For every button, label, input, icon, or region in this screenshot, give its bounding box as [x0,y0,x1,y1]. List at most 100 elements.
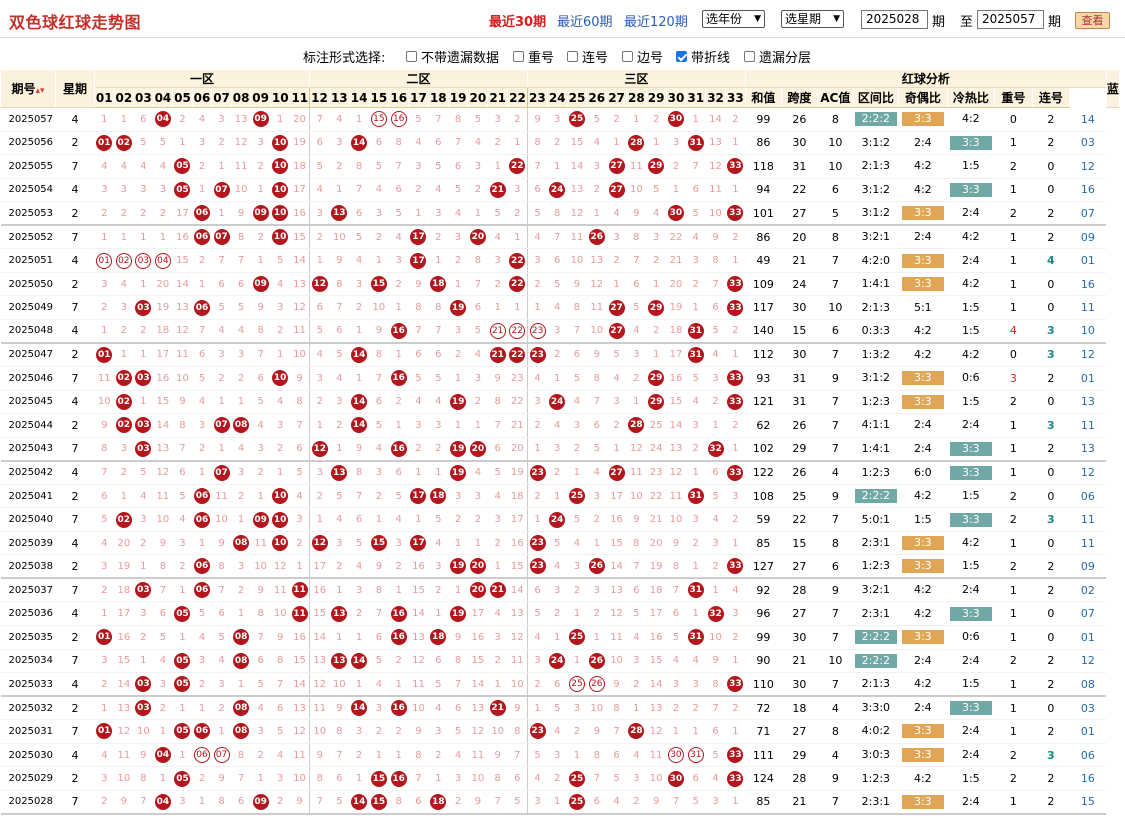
omission-cell: 12 [646,719,667,744]
omission-cell: 5 [705,743,726,768]
period-link-120[interactable]: 最近120期 [624,11,688,30]
hot-cold-badge: 1:5 [961,159,980,173]
omission-cell: 2 [349,601,369,627]
omission-cell: 3 [666,672,686,698]
omission-cell: 5 [467,107,488,132]
period-link-60[interactable]: 最近60期 [557,11,613,30]
omission-cell: 9 [270,625,290,650]
ball-cell: 17 [408,531,429,556]
checkbox[interactable] [744,51,755,62]
omission-cell: 3 [606,390,627,415]
omission-cell: 5 [527,601,548,627]
omission-cell: 5 [153,625,173,650]
ac-cell: 7 [817,272,854,297]
ball-cell: 10 [270,178,290,203]
opt-edge[interactable]: 边号 [622,47,663,66]
omission-cell: 6 [349,201,369,227]
omission-cell: 6 [487,437,508,462]
period-link-30[interactable]: 最近30期 [489,11,546,30]
red-ball: 08 [233,535,250,552]
opt-layered[interactable]: 遗漏分层 [744,47,811,66]
omission-cell: 7 [467,272,488,297]
omission-cell: 2 [725,225,746,250]
omission-cell: 3 [329,531,350,556]
consec-cell: 0 [1032,696,1070,721]
omission-cell: 2 [133,531,154,556]
omission-cell: 3 [685,248,706,273]
year-select[interactable]: 选年份 ▼ [702,10,765,28]
omission-cell: 1 [606,131,627,156]
omission-cell: 2 [626,790,647,815]
ball-cell: 19 [448,437,468,462]
red-ball: 24 [549,511,566,528]
span-cell: 26 [781,107,818,132]
omission-cell: 1 [408,460,429,485]
omission-cell: 3 [527,649,548,674]
opt-consecutive[interactable]: 连号 [567,47,608,66]
col-issue[interactable]: 期号▴▾ [0,70,56,108]
omission-cell: 3 [725,484,746,509]
issue-cell: 2025034 [0,649,56,674]
zone-ratio-badge: 3:2:1 [861,230,891,244]
ball-cell: 21 [487,578,508,603]
blue-ball-cell: 01 [1069,248,1107,273]
ball-cell: 26 [586,649,607,674]
week-select[interactable]: 选星期 ▼ [781,10,844,28]
hot-cold-cell: 0:6 [947,366,995,391]
omission-cell: 8 [408,295,429,320]
omission-cell: 2 [192,672,212,698]
checkbox[interactable] [513,51,524,62]
omission-cell: 13 [467,696,488,721]
omission-cell: 4 [467,342,488,368]
omission-cell: 2 [646,107,667,132]
omission-cell: 2 [133,625,154,650]
checkbox[interactable] [622,51,633,62]
red-ball: 23 [529,346,546,363]
opt-repeat[interactable]: 重号 [513,47,554,66]
omission-cell: 5 [388,484,409,509]
opt-no-missing[interactable]: 不带遗漏数据 [406,47,499,66]
omission-cell: 7 [408,319,429,344]
ball-cell: 15 [369,531,389,556]
query-button[interactable]: 查看 [1075,12,1110,29]
checkbox-checked[interactable] [676,51,687,62]
omission-cell: 3 [428,554,449,580]
col-zone-ratio: 区间比 [852,87,899,108]
omission-cell: 8 [211,554,232,580]
hot-cold-cell: 2:4 [947,578,995,603]
omission-cell: 3 [567,554,587,580]
omission-cell: 2 [309,390,330,415]
omission-cell: 3 [329,390,350,415]
table-row: 2025042 4 7 2 5 12 6 1 07 3 2 1 5 3 13 8 3 6 1 1 19 4 5 19 23 2 1 4… [0,460,1120,485]
consec-cell: 0 [1032,460,1070,485]
omission-cell: 3 [94,649,115,674]
opt-polyline[interactable]: 带折线 [676,47,730,66]
omission-cell: 2 [329,413,350,438]
omission-cell: 1 [448,272,468,297]
table-row: 2025057 4 1 1 6 04 2 4 3 13 09 1 20 7 4 1 15 16 5 7 8 5 3 2 9 3 25… [0,107,1120,132]
zone-ratio-cell: 3:3:0 [853,696,899,721]
zone1-header: 一区 [93,70,311,88]
omission-cell: 9 [527,107,548,132]
omission-cell: 1 [94,107,115,132]
omission-cell: 3 [547,107,568,132]
from-issue-input[interactable]: 2025028 [861,10,928,29]
red-ball: 33 [727,158,744,175]
checkbox[interactable] [406,51,417,62]
col-num-06: 06 [191,87,213,108]
sum-cell: 86 [745,225,782,250]
span-cell: 22 [781,178,818,203]
red-ball: 06 [194,582,210,599]
week-cell: 7 [55,649,95,674]
checkbox[interactable] [567,51,578,62]
week-cell: 4 [55,107,95,132]
red-ball: 02 [115,252,132,269]
to-issue-input[interactable]: 2025057 [977,10,1044,29]
hot-cold-cell: 4:2 [947,272,995,297]
chevron-down-icon: ▼ [754,14,761,24]
repeat-cell: 1 [994,719,1033,744]
consec-cell: 2 [1032,554,1070,580]
ball-cell: 33 [725,154,746,179]
span-cell: 30 [781,342,818,368]
ball-cell: 21 [487,342,508,368]
